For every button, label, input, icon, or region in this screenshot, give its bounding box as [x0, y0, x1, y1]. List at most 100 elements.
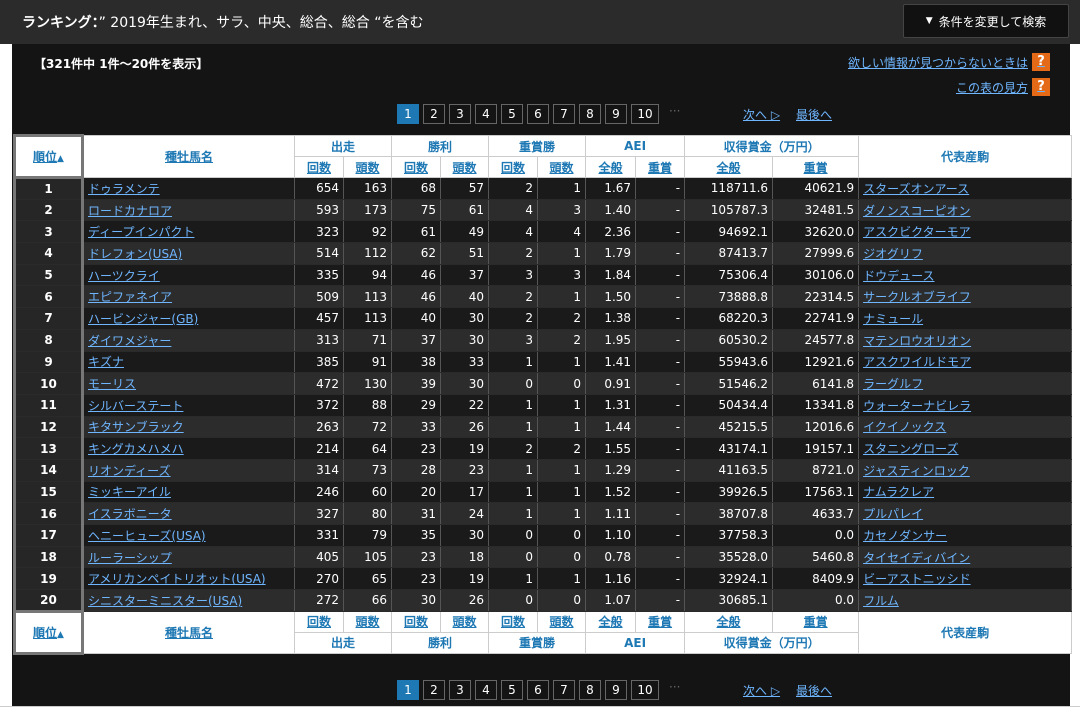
page-9[interactable]: 9 — [605, 104, 627, 124]
page-7[interactable]: 7 — [553, 680, 575, 700]
rep-horse-link[interactable]: アスクワイルドモア — [858, 351, 1073, 374]
starts-kaisu-sort[interactable]: 回数 — [294, 156, 344, 178]
sire-name-link[interactable]: アメリカンペイトリオット(USA) — [82, 567, 295, 591]
page-7[interactable]: 7 — [553, 104, 575, 124]
next-page-link[interactable]: 次へ ▷ — [743, 682, 780, 699]
sire-name-link[interactable]: キズナ — [82, 351, 295, 374]
rep-horse-link[interactable]: ドウデュース — [858, 264, 1073, 287]
wins-kaisu-sort[interactable]: 回数 — [391, 610, 442, 633]
page-8[interactable]: 8 — [579, 104, 601, 124]
page-6[interactable]: 6 — [527, 680, 549, 700]
sire-name-link[interactable]: ハーツクライ — [82, 264, 295, 287]
prize-jusho-sort[interactable]: 重賞 — [772, 156, 860, 178]
sire-name-link[interactable]: キタサンブラック — [82, 416, 295, 439]
sire-name-link[interactable]: シルバーステート — [82, 394, 295, 417]
aei-jusho-sort[interactable]: 重賞 — [635, 156, 686, 178]
sire-name-link[interactable]: ドゥラメンテ — [82, 177, 295, 200]
rep-horse-link[interactable]: フルム — [858, 589, 1073, 612]
page-6[interactable]: 6 — [527, 104, 549, 124]
page-4[interactable]: 4 — [475, 104, 497, 124]
rep-horse-link[interactable]: アスクビクターモア — [858, 220, 1073, 244]
page-1[interactable]: 1 — [397, 680, 419, 700]
sire-name-link[interactable]: ダイワメジャー — [82, 329, 295, 352]
howto-link[interactable]: この表の見方 ? — [956, 78, 1050, 96]
help-link[interactable]: 欲しい情報が見つからないときは ? — [848, 53, 1050, 71]
page-2[interactable]: 2 — [423, 104, 445, 124]
prize-all-sort[interactable]: 全般 — [684, 610, 774, 633]
change-condition-button[interactable]: ▼ 条件を変更して検索 — [903, 4, 1069, 38]
page-2[interactable]: 2 — [423, 680, 445, 700]
aei-all-sort[interactable]: 全般 — [585, 156, 637, 178]
sire-name-link[interactable]: ヘニーヒューズ(USA) — [82, 524, 295, 547]
graded-tosu-sort[interactable]: 頭数 — [537, 156, 587, 178]
graded-kaisu-sort[interactable]: 回数 — [488, 610, 539, 633]
sire-name-link[interactable]: キングカメハメハ — [82, 437, 295, 460]
rank-header[interactable]: 順位▲ — [13, 134, 84, 179]
sire-name-link[interactable]: エピファネイア — [82, 285, 295, 309]
wins-heads: 57 — [440, 177, 490, 200]
page-3[interactable]: 3 — [449, 680, 471, 700]
prize-all-sort[interactable]: 全般 — [684, 156, 774, 178]
sire-name-link[interactable]: ロードカナロア — [82, 199, 295, 222]
sire-name-link[interactable]: ドレフォン(USA) — [82, 242, 295, 265]
rep-horse-link[interactable]: マテンロウオリオン — [858, 329, 1073, 352]
wins-tosu-sort[interactable]: 頭数 — [440, 610, 490, 633]
wins-kaisu-sort[interactable]: 回数 — [391, 156, 442, 178]
graded-kaisu-sort[interactable]: 回数 — [488, 156, 539, 178]
rank-cell: 18 — [13, 546, 84, 569]
sort-label: 頭数 — [452, 160, 477, 175]
starts-kaisu-sort[interactable]: 回数 — [294, 610, 344, 633]
sort-label: 重賞 — [648, 615, 673, 630]
page-10[interactable]: 10 — [631, 104, 659, 124]
rep-horse-link[interactable]: ナムラクレア — [858, 481, 1073, 504]
sire-name-link[interactable]: モーリス — [82, 372, 295, 395]
sire-name-link[interactable]: ルーラーシップ — [82, 546, 295, 569]
aei-jusho-sort[interactable]: 重賞 — [635, 610, 686, 633]
sire-header[interactable]: 種牡馬名 — [82, 135, 295, 178]
last-page-link[interactable]: 最後へ — [796, 682, 832, 699]
rep-horse-link[interactable]: ナミュール — [858, 307, 1073, 330]
starts-tosu-sort[interactable]: 頭数 — [342, 156, 393, 178]
prize-jusho-sort[interactable]: 重賞 — [772, 610, 860, 633]
graded-tosu-sort[interactable]: 頭数 — [537, 610, 587, 633]
page-4[interactable]: 4 — [475, 680, 497, 700]
sire-name-link[interactable]: ミッキーアイル — [82, 481, 295, 504]
page-10[interactable]: 10 — [631, 680, 659, 700]
last-page-link[interactable]: 最後へ — [796, 106, 832, 123]
rep-horse-link[interactable]: ビーアストニッシド — [858, 567, 1073, 591]
sire-name-link[interactable]: リオンディーズ — [82, 459, 295, 482]
page-9[interactable]: 9 — [605, 680, 627, 700]
rep-horse-link[interactable]: ダノンスコーピオン — [858, 199, 1073, 222]
rep-horse-link[interactable]: サークルオブライフ — [858, 285, 1073, 309]
sire-name-link[interactable]: イスラボニータ — [82, 502, 295, 525]
next-page-link[interactable]: 次へ ▷ — [743, 106, 780, 123]
pager-top: 1 2 3 4 5 6 7 8 9 10 ··· 次へ ▷ 最後へ — [12, 104, 1070, 126]
wins-heads: 24 — [440, 502, 490, 525]
rank-footer[interactable]: 順位▲ — [13, 609, 84, 655]
starts-tosu-sort[interactable]: 頭数 — [342, 610, 393, 633]
rep-horse-link[interactable]: スタニングローズ — [858, 437, 1073, 460]
page-5[interactable]: 5 — [501, 680, 523, 700]
page-8[interactable]: 8 — [579, 680, 601, 700]
page-3[interactable]: 3 — [449, 104, 471, 124]
sire-name-link[interactable]: シニスターミニスター(USA) — [82, 589, 295, 612]
rep-horse-link[interactable]: カセノダンサー — [858, 524, 1073, 547]
rep-horse-link[interactable]: イクイノックス — [858, 416, 1073, 439]
aei-all-sort[interactable]: 全般 — [585, 610, 637, 633]
rep-horse-link[interactable]: ラーグルフ — [858, 372, 1073, 395]
wins-heads: 17 — [440, 481, 490, 504]
rep-horse-link[interactable]: ジャスティンロック — [858, 459, 1073, 482]
rep-horse-link[interactable]: プルパレイ — [858, 502, 1073, 525]
wins-tosu-sort[interactable]: 頭数 — [440, 156, 490, 178]
page-1[interactable]: 1 — [397, 104, 419, 124]
rep-horse-link[interactable]: タイセイディバイン — [858, 546, 1073, 569]
starts-heads: 80 — [343, 502, 393, 525]
rep-horse-link[interactable]: ウォーターナビレラ — [858, 394, 1073, 417]
rep-horse-link[interactable]: スターズオンアース — [858, 177, 1073, 200]
sire-name-link[interactable]: ディープインパクト — [82, 220, 295, 244]
sire-name-link[interactable]: ハービンジャー(GB) — [82, 307, 295, 330]
rep-horse-link[interactable]: ジオグリフ — [858, 242, 1073, 265]
sire-footer[interactable]: 種牡馬名 — [82, 610, 295, 654]
question-icon: ? — [1032, 78, 1050, 96]
page-5[interactable]: 5 — [501, 104, 523, 124]
